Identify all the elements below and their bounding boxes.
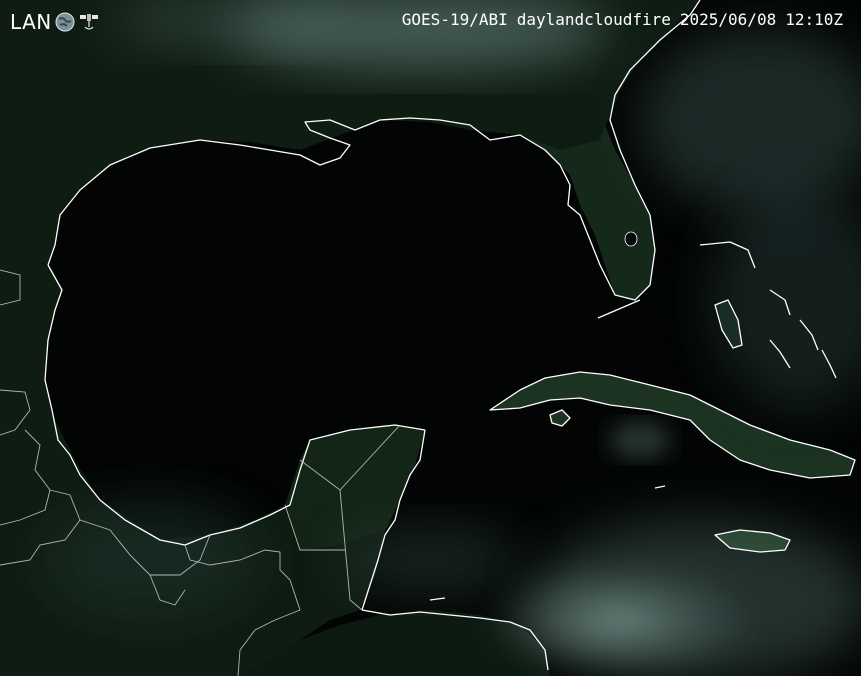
cloud-mexico xyxy=(40,500,260,620)
cloud-honduras xyxy=(340,525,520,595)
caption-date: 2025/06/08 xyxy=(679,10,777,29)
globe-icon xyxy=(55,12,75,32)
lan-logo: LAN xyxy=(10,8,100,36)
caption-product: daylandcloudfire xyxy=(516,10,671,29)
caption-time: 12:10Z xyxy=(785,10,843,29)
satellite-icon xyxy=(79,14,98,30)
lake-okeechobee xyxy=(624,231,638,247)
image-caption: GOES-19/ABI daylandcloudfire 2025/06/08 12:… xyxy=(402,9,843,31)
logo-text: LAN xyxy=(10,10,52,34)
satellite-map xyxy=(0,0,861,676)
caption-instrument: GOES-19/ABI xyxy=(401,10,508,29)
cloud-central xyxy=(610,422,670,458)
